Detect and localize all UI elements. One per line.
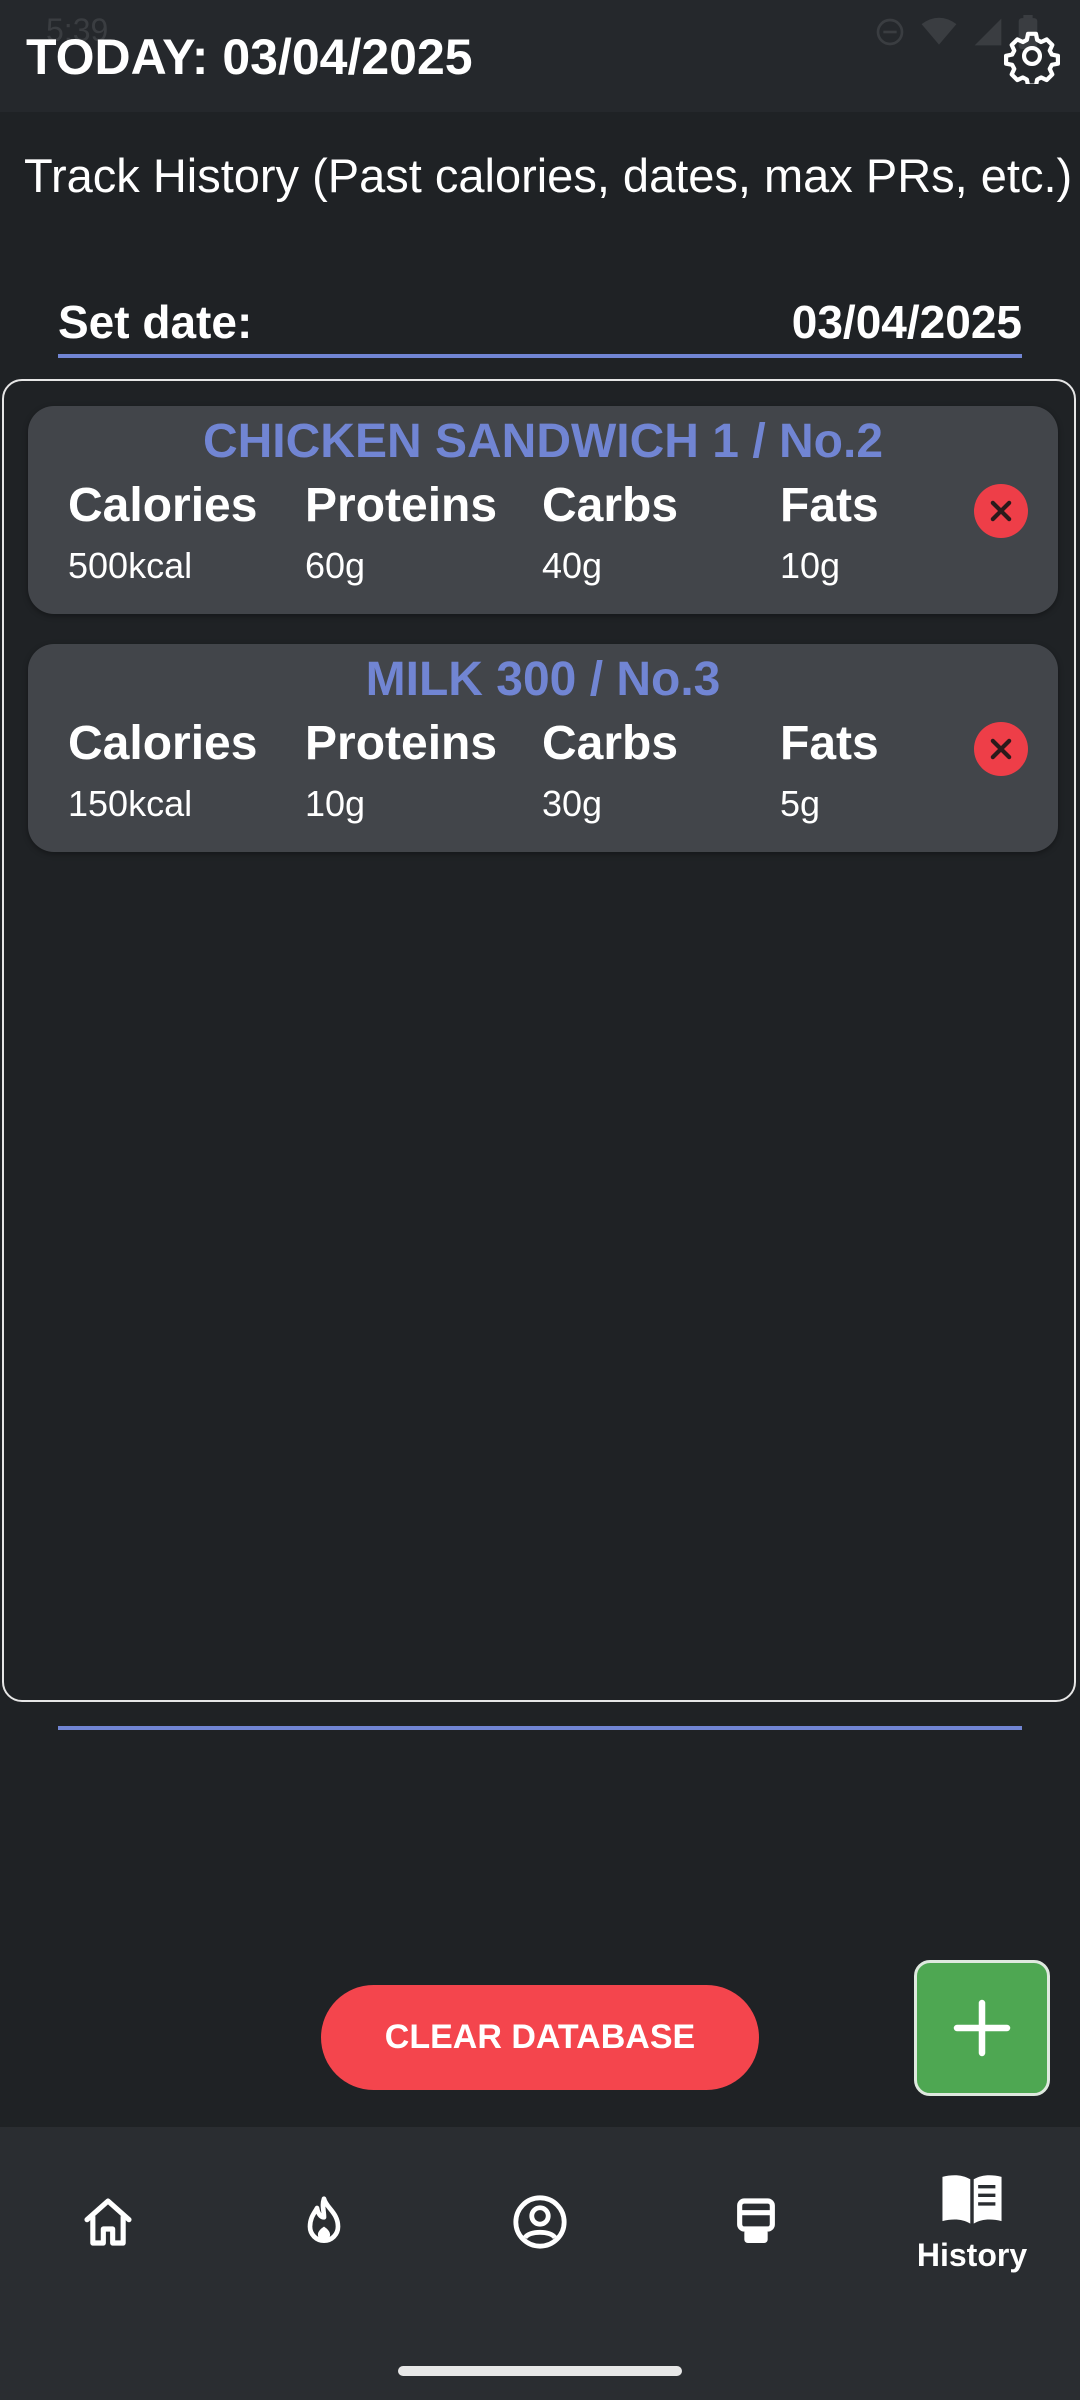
home-indicator[interactable]: [398, 2366, 682, 2376]
calories-value: 500kcal: [68, 545, 193, 586]
entry-title: MILK 300 / No.3: [365, 653, 721, 706]
fats-value: 5g: [780, 783, 821, 824]
entry-card: CHICKEN SANDWICH 1 / No.2 Calories 500kc…: [28, 406, 1058, 614]
calories-column: Calories 150kcal: [68, 716, 257, 825]
add-entry-button[interactable]: [914, 1960, 1050, 2096]
page-title: TODAY: 03/04/2025: [26, 29, 473, 85]
nav-profile[interactable]: [432, 2127, 648, 2317]
home-icon: [84, 2198, 132, 2246]
fats-value: 10g: [780, 545, 841, 586]
workout-icon: [737, 2198, 775, 2243]
proteins-column: Proteins 10g: [305, 716, 497, 825]
plus-icon: [953, 1999, 1011, 2057]
wifi-icon: [921, 17, 957, 45]
signal-icon: [974, 18, 1002, 46]
flame-icon: [307, 2196, 341, 2243]
fats-label: Fats: [780, 717, 879, 770]
carbs-value: 40g: [542, 545, 603, 586]
entry-title: CHICKEN SANDWICH 1 / No.2: [202, 415, 884, 468]
calories-column: Calories 500kcal: [68, 478, 257, 587]
nav-history[interactable]: History: [864, 2127, 1080, 2317]
proteins-value: 60g: [305, 545, 366, 586]
date-label: Set date:: [58, 296, 253, 348]
bottom-navigation: History: [0, 2127, 1080, 2400]
proteins-column: Proteins 60g: [305, 478, 497, 587]
dnd-icon: [876, 18, 904, 46]
page-subtitle: Track History (Past calories, dates, max…: [24, 149, 1073, 202]
calories-label: Calories: [68, 717, 258, 770]
clear-database-button[interactable]: CLEAR DATABASE: [321, 1985, 759, 2090]
nav-home[interactable]: [0, 2127, 216, 2317]
carbs-column: Carbs 40g: [542, 478, 678, 587]
entries-list[interactable]: CHICKEN SANDWICH 1 / No.2 Calories 500kc…: [2, 379, 1076, 1702]
calories-label: Calories: [68, 479, 258, 532]
carbs-label: Carbs: [542, 479, 679, 532]
settings-button[interactable]: [1002, 26, 1062, 86]
carbs-column: Carbs 30g: [542, 716, 678, 825]
proteins-label: Proteins: [305, 717, 498, 770]
calories-value: 150kcal: [68, 783, 193, 824]
entry-card: MILK 300 / No.3 Calories 150kcal Protein…: [28, 644, 1058, 852]
nav-workout[interactable]: [648, 2127, 864, 2317]
delete-entry-button[interactable]: [974, 484, 1028, 538]
profile-icon: [513, 2195, 567, 2249]
book-icon: [942, 2174, 1002, 2224]
proteins-value: 10g: [305, 783, 366, 824]
gear-icon: [1004, 31, 1060, 84]
nav-history-label: History: [916, 2236, 1028, 2273]
fats-label: Fats: [780, 479, 879, 532]
close-icon: [990, 500, 1012, 522]
proteins-label: Proteins: [305, 479, 498, 532]
nav-calories[interactable]: [216, 2127, 432, 2317]
fats-column: Fats 5g: [780, 716, 879, 825]
date-value[interactable]: 03/04/2025: [792, 295, 1022, 349]
delete-entry-button[interactable]: [974, 722, 1028, 776]
close-icon: [990, 738, 1012, 760]
top-app-bar: 5:39 TODAY: 03/04/2025: [0, 0, 1080, 112]
carbs-value: 30g: [542, 783, 603, 824]
divider: [58, 1726, 1022, 1730]
carbs-label: Carbs: [542, 717, 679, 770]
date-picker[interactable]: Set date: 03/04/2025: [58, 290, 1022, 358]
fats-column: Fats 10g: [780, 478, 879, 587]
